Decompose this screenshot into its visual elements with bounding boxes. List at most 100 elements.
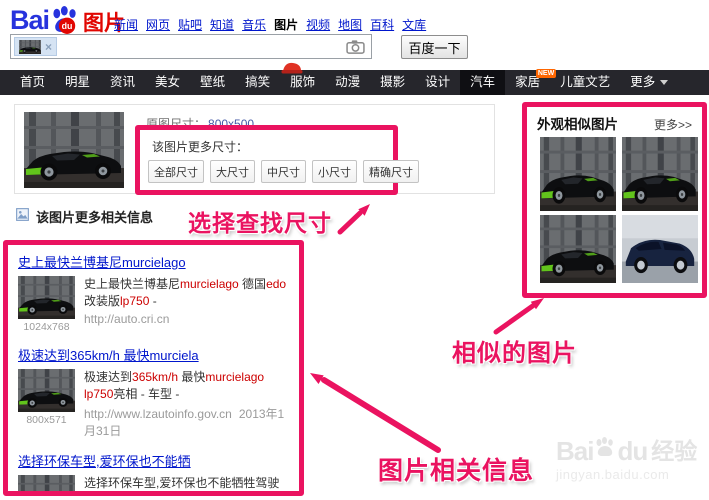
size-filter-button[interactable]: 全部尺寸 [148, 160, 204, 183]
watermark-paw-icon [594, 437, 616, 464]
highlighted-keyword: murcielago [180, 277, 239, 291]
category-item-label: 壁纸 [200, 70, 225, 95]
similar-images-grid [540, 137, 702, 283]
search-result-item: 史上最快兰博基尼murcielago 1024x768 史上最快兰博基尼murcie… [18, 250, 289, 333]
more-similar-link[interactable]: 更多>> [654, 116, 692, 133]
top-nav-link[interactable]: 知道 [210, 16, 234, 33]
similar-images-panel: 外观相似图片 更多>> [522, 102, 707, 298]
related-results-highlight-box: 史上最快兰博基尼murcielago1024x768史上最快兰博基尼murcie… [3, 240, 304, 496]
result-text-column: 极速达到365km/h 最快murcielago lp750亮相 - 车型 -h… [84, 369, 289, 439]
category-item[interactable]: 资讯 [100, 70, 145, 95]
category-item[interactable]: 摄影 [370, 70, 415, 95]
result-source-url: http://auto.cri.cn [84, 312, 289, 326]
highlighted-keyword: lp750 [84, 387, 113, 401]
category-item-label: 动漫 [335, 70, 360, 95]
size-filter-button[interactable]: 大尺寸 [210, 160, 255, 183]
highlighted-keyword: murcielago [205, 370, 264, 384]
query-image-thumbnail [19, 40, 41, 54]
category-item-label: 搞笑 [245, 70, 270, 95]
watermark-url: jingyan.baidu.com [556, 467, 697, 482]
category-item[interactable]: 设计 [415, 70, 460, 95]
result-thumbnail-image[interactable] [18, 475, 75, 496]
description-text: 选择环保车型,爱环保也不能牺牲驾驶乐趣- 搜狐车会 [84, 476, 279, 496]
category-item-label: 摄影 [380, 70, 405, 95]
category-nav: 首页明星资讯美女壁纸搞笑服饰动漫摄影设计汽车家居NEW儿童文艺更多 [0, 70, 709, 95]
similar-image[interactable] [622, 137, 698, 211]
category-item[interactable]: 明星 [55, 70, 100, 95]
result-title-link[interactable]: 史上最快兰博基尼murcielago [18, 252, 186, 271]
top-nav-link[interactable]: 视频 [306, 16, 330, 33]
category-item[interactable]: 搞笑 [235, 70, 280, 95]
image-search-input[interactable]: × [10, 34, 372, 59]
watermark-logo: Bai du 经验 [556, 437, 697, 464]
result-description: 选择环保车型,爱环保也不能牺牲驾驶乐趣- 搜狐车会 [84, 475, 289, 496]
description-text: 史上最快兰博基尼 [84, 277, 180, 291]
category-item-label: 汽车 [470, 70, 495, 95]
top-nav-link-current[interactable]: 图片 [274, 16, 298, 33]
picture-icon [16, 208, 29, 226]
result-text-column: 选择环保车型,爱环保也不能牺牲驾驶乐趣- 搜狐车会http://saa.auto… [84, 475, 289, 496]
query-image-chip[interactable]: × [14, 37, 57, 56]
similar-images-header: 外观相似图片 更多>> [527, 107, 702, 135]
remove-query-image-icon[interactable]: × [45, 41, 52, 53]
top-nav-link[interactable]: 贴吧 [178, 16, 202, 33]
similar-image[interactable] [540, 137, 616, 211]
related-info-title: 该图片更多相关信息 [36, 207, 153, 226]
baidu-logo[interactable]: Bai du 图片 [10, 4, 125, 37]
result-title-link[interactable]: 极速达到365km/h 最快murciela [18, 345, 199, 364]
search-button[interactable]: 百度一下 [401, 35, 468, 59]
result-body: 800x571 极速达到365km/h 最快murcielago lp750亮相 … [18, 369, 289, 439]
result-text-column: 史上最快兰博基尼murcielago 德国edo改装版lp750 - http:… [84, 276, 289, 333]
description-text: 德国 [239, 277, 266, 291]
result-title-link[interactable]: 选择环保车型,爱环保也不能牺 [18, 451, 191, 470]
size-filter-button[interactable]: 中尺寸 [261, 160, 306, 183]
category-item-label: 儿童文艺 [560, 70, 610, 95]
size-filter-button[interactable]: 精确尺寸 [363, 160, 419, 183]
logo-text-bai: Bai [10, 5, 49, 36]
thumbnail-size-label: 800x571 [18, 414, 75, 426]
result-body: 1024x768史上最快兰博基尼murcielago 德国edo改装版lp750… [18, 276, 289, 333]
watermark-du: du [617, 438, 647, 464]
more-sizes-label: 该图片更多尺寸： [152, 138, 248, 155]
similar-image[interactable] [622, 215, 698, 283]
category-item[interactable]: 壁纸 [190, 70, 235, 95]
baidu-paw-icon: du [50, 6, 80, 36]
query-image-preview [24, 112, 124, 188]
similar-images-title: 外观相似图片 [537, 113, 618, 133]
category-item-label: 明星 [65, 70, 90, 95]
size-filter-button[interactable]: 小尺寸 [312, 160, 357, 183]
top-nav-link[interactable]: 百科 [370, 16, 394, 33]
result-thumbnail-column: 800x571 [18, 369, 75, 439]
thumbnail-size-label: 1024x768 [18, 321, 75, 333]
similar-image[interactable] [540, 215, 616, 283]
result-thumbnail-column: 1024x768 [18, 276, 75, 333]
watermark-suffix: 经验 [651, 439, 697, 464]
result-thumbnail-image[interactable] [18, 369, 75, 412]
camera-icon[interactable] [346, 39, 365, 54]
source-url: http://auto.cri.cn [84, 312, 169, 326]
category-item[interactable]: 动漫 [325, 70, 370, 95]
top-nav-link[interactable]: 地图 [338, 16, 362, 33]
baidu-image-search-page: Bai du 图片 新闻网页贴吧知道音乐图片视频地图百科文库 × [0, 0, 709, 500]
svg-text:du: du [62, 21, 73, 31]
top-nav-link[interactable]: 网页 [146, 16, 170, 33]
category-item[interactable]: 更多 [620, 70, 678, 95]
category-item[interactable]: 美女 [145, 70, 190, 95]
top-nav-link[interactable]: 文库 [402, 16, 426, 33]
chevron-down-icon [660, 80, 668, 85]
annotation-select-size: 选择查找尺寸 [188, 204, 332, 238]
description-text: 亮相 - 车型 - [113, 387, 179, 401]
category-item[interactable]: 儿童文艺 [550, 70, 620, 95]
result-thumbnail-image[interactable] [18, 276, 75, 319]
category-item[interactable]: 首页 [10, 70, 55, 95]
highlighted-keyword: edo [266, 277, 286, 291]
description-text: 改装版 [84, 294, 120, 308]
category-item[interactable]: 家居NEW [505, 70, 550, 95]
top-nav-link[interactable]: 新闻 [114, 16, 138, 33]
top-nav-link[interactable]: 音乐 [242, 16, 266, 33]
description-text: - [149, 294, 156, 308]
category-item-label: 首页 [20, 70, 45, 95]
category-item-selected[interactable]: 汽车 [460, 70, 505, 95]
annotation-similar-images: 相似的图片 [452, 333, 577, 368]
result-source-url: http://www.lzautoinfo.gov.cn2013年1月31日 [84, 405, 289, 439]
